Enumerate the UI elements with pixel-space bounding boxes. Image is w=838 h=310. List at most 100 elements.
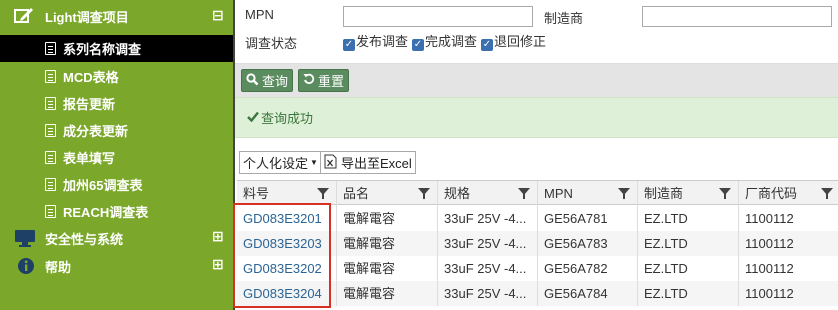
info-icon [17,257,35,278]
table-header: 料号 品名 规格 MPN 制造商 厂商代码 [237,180,838,206]
table-cell: GE56A784 [538,281,638,306]
table-cell: 33uF 25V -4... [438,206,538,231]
filter-icon[interactable] [719,188,731,199]
sidebar-item-mcd[interactable]: MCD表格 [0,63,233,90]
sidebar-group-label: 帮助 [45,259,72,275]
document-icon [45,151,56,164]
table-cell: 1100112 [745,261,794,276]
column-header-label: 规格 [444,186,471,201]
sidebar-item-label: 报告更新 [63,97,116,112]
filter-icon[interactable] [618,188,630,199]
table-cell: GE56A781 [538,206,638,231]
table-row[interactable]: GD083E3204 電解電容 33uF 25V -4... GE56A784 … [237,281,838,306]
document-icon [45,205,56,218]
sidebar-group-help[interactable]: 帮助 ⊞ [0,252,233,280]
reset-button-label: 重置 [318,74,345,89]
caret-down-icon: ▼ [310,158,318,167]
table-cell: EZ.LTD [638,281,739,306]
expand-icon[interactable]: ⊞ [212,229,224,243]
checkbox-returned[interactable]: ✓ 退回修正 [481,31,546,51]
column-header-label: 厂商代码 [745,186,798,201]
table-row[interactable]: GD083E3202 電解電容 33uF 25V -4... GE56A782 … [237,256,838,281]
filter-icon[interactable] [317,188,329,199]
table-cell: 1100112 [745,236,794,251]
sidebar-item-ca65[interactable]: 加州65调查表 [0,171,233,198]
filter-icon[interactable] [821,188,833,199]
undo-icon [303,73,315,88]
table-cell: 電解電容 [337,281,438,306]
export-excel-button[interactable]: 导出至Excel [320,151,416,174]
search-icon [246,72,259,89]
sidebar-item-report-update[interactable]: 报告更新 [0,90,233,117]
column-header-label: 制造商 [644,186,684,201]
search-toolbar: 查询 重置 [235,63,838,97]
part-number-link[interactable]: GD083E3202 [237,256,337,281]
sidebar-item-label: 加州65调查表 [63,178,143,193]
column-header-part-no[interactable]: 料号 [237,181,337,206]
sidebar-item-composition-update[interactable]: 成分表更新 [0,117,233,144]
sidebar-group-security[interactable]: 安全性与系统 ⊞ [0,224,233,252]
personalize-dropdown[interactable]: 个人化设定 ▼ [239,151,322,174]
alert-message: 查询成功 [261,111,314,126]
filter-icon[interactable] [518,188,530,199]
main-panel: MPN 制造商 调查状态 ✓ 发布调查 ✓ 完成调查 ✓ 退回修正 查询 重置 查询成… [233,0,838,310]
part-number-link[interactable]: GD083E3203 [237,231,337,256]
document-icon [45,178,56,191]
part-number-link[interactable]: GD083E3204 [237,281,337,306]
check-icon [247,110,259,125]
table-cell: GE56A783 [538,231,638,256]
document-icon [45,70,56,83]
personalize-label: 个人化设定 [243,156,309,171]
success-alert: 查询成功 [235,97,838,138]
table-cell: 1100112 [745,211,794,226]
query-button[interactable]: 查询 [241,69,294,92]
query-button-label: 查询 [262,74,289,89]
checkbox-completed[interactable]: ✓ 完成调查 [412,31,477,51]
mpn-input[interactable] [343,6,533,27]
sidebar: Light调查项目 ⊟ 系列名称调查 MCD表格 报告更新 成分表更新 表单填写… [0,0,233,310]
sidebar-item-reach[interactable]: REACH调查表 [0,198,233,225]
table-cell: 33uF 25V -4... [438,231,538,256]
sidebar-item-series-survey[interactable]: 系列名称调查 [0,35,233,62]
column-header-product-name[interactable]: 品名 [337,181,438,206]
expand-icon[interactable]: ⊞ [212,257,224,271]
table-row[interactable]: GD083E3201 電解電容 33uF 25V -4... GE56A781 … [237,206,838,231]
checkbox-published[interactable]: ✓ 发布调查 [343,31,408,51]
excel-file-icon [324,154,337,172]
export-label: 导出至Excel [341,156,412,171]
column-header-label: MPN [544,186,573,201]
sidebar-group-label: Light调查项目 [45,9,129,25]
checkbox-label: 完成调查 [425,34,478,49]
edit-icon [14,7,34,27]
column-header-spec[interactable]: 规格 [438,181,538,206]
column-header-manufacturer[interactable]: 制造商 [638,181,739,206]
column-header-label: 品名 [343,186,370,201]
table-cell: EZ.LTD [638,206,739,231]
sidebar-item-label: 表单填写 [63,151,116,166]
checkbox-checked-icon[interactable]: ✓ [343,39,355,51]
checkbox-checked-icon[interactable]: ✓ [412,39,424,51]
manufacturer-input[interactable] [642,6,832,27]
part-number-link[interactable]: GD083E3201 [237,206,337,231]
sidebar-item-form-fill[interactable]: 表单填写 [0,144,233,171]
table-row[interactable]: GD083E3203 電解電容 33uF 25V -4... GE56A783 … [237,231,838,256]
table-cell: 電解電容 [337,206,438,231]
sidebar-item-label: MCD表格 [63,70,119,85]
sidebar-group-light-survey[interactable]: Light调查项目 ⊟ [0,2,233,30]
column-header-label: 料号 [243,186,270,201]
table-cell: EZ.LTD [638,256,739,281]
table-cell: GE56A782 [538,256,638,281]
table-cell: 電解電容 [337,256,438,281]
column-header-mpn[interactable]: MPN [538,181,638,206]
reset-button[interactable]: 重置 [298,69,350,92]
filter-icon[interactable] [418,188,430,199]
mpn-label: MPN [245,7,274,22]
sidebar-item-label: 系列名称调查 [63,42,142,57]
monitor-icon [14,229,36,250]
sidebar-item-label: 成分表更新 [63,124,129,139]
checkbox-checked-icon[interactable]: ✓ [481,39,493,51]
sidebar-group-label: 安全性与系统 [45,231,124,247]
collapse-icon[interactable]: ⊟ [212,8,224,22]
status-label: 调查状态 [245,36,298,51]
column-header-vendor-code[interactable]: 厂商代码 [739,181,838,206]
